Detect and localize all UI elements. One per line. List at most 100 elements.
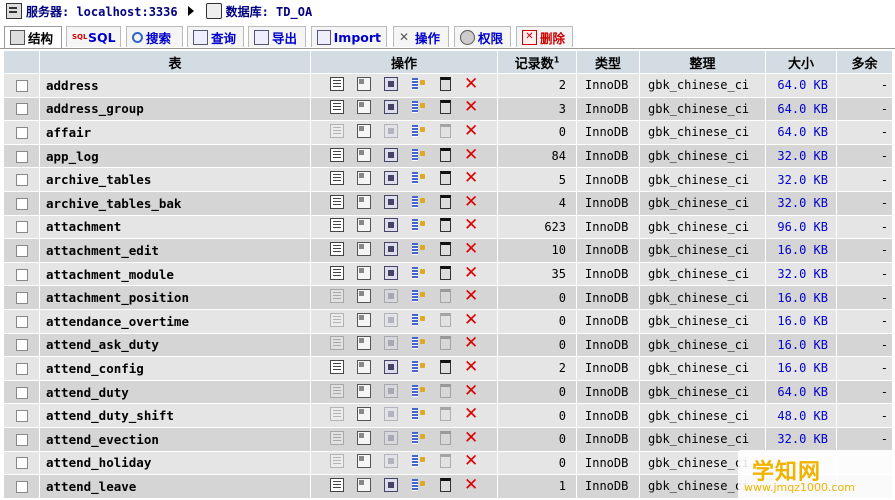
search-icon[interactable] bbox=[384, 359, 398, 374]
drop-icon[interactable]: ✕ bbox=[464, 264, 478, 281]
insert-icon[interactable] bbox=[411, 195, 427, 209]
browse-icon[interactable] bbox=[330, 407, 344, 422]
search-icon[interactable] bbox=[384, 171, 398, 186]
tab-import[interactable]: Import bbox=[311, 26, 387, 47]
drop-icon[interactable]: ✕ bbox=[464, 288, 478, 305]
drop-icon[interactable]: ✕ bbox=[464, 476, 478, 493]
drop-icon[interactable]: ✕ bbox=[464, 358, 478, 375]
table-name[interactable]: affair bbox=[40, 121, 310, 144]
table-name[interactable]: attend_duty bbox=[40, 380, 310, 404]
table-name[interactable]: attend_duty_shift bbox=[40, 404, 310, 427]
size-cell[interactable]: 16.0 KB bbox=[766, 286, 836, 309]
insert-icon[interactable] bbox=[411, 171, 427, 185]
structure-icon[interactable] bbox=[357, 147, 371, 162]
insert-icon[interactable] bbox=[411, 454, 427, 468]
tab-operations[interactable]: ✕ 操作 bbox=[393, 26, 449, 47]
row-checkbox[interactable] bbox=[15, 457, 28, 470]
empty-icon[interactable] bbox=[440, 147, 451, 162]
browse-icon[interactable] bbox=[330, 100, 344, 115]
insert-icon[interactable] bbox=[411, 384, 427, 398]
insert-icon[interactable] bbox=[411, 407, 427, 421]
tab-structure[interactable]: 结构 bbox=[4, 26, 62, 48]
row-checkbox[interactable] bbox=[15, 292, 28, 305]
structure-icon[interactable] bbox=[357, 359, 371, 374]
empty-icon[interactable] bbox=[440, 289, 451, 304]
browse-icon[interactable] bbox=[330, 241, 344, 256]
header-type[interactable]: 类型 bbox=[577, 51, 639, 73]
header-size[interactable]: 大小 bbox=[766, 51, 836, 73]
empty-icon[interactable] bbox=[440, 218, 451, 233]
header-collation[interactable]: 整理 bbox=[640, 51, 765, 73]
insert-icon[interactable] bbox=[411, 360, 427, 374]
structure-icon[interactable] bbox=[357, 241, 371, 256]
row-checkbox[interactable] bbox=[15, 410, 28, 423]
drop-icon[interactable]: ✕ bbox=[464, 217, 478, 234]
browse-icon[interactable] bbox=[330, 265, 344, 280]
row-checkbox[interactable] bbox=[15, 339, 28, 352]
table-name[interactable]: attachment_position bbox=[40, 286, 310, 309]
size-cell[interactable]: 16.0 KB bbox=[766, 333, 836, 357]
structure-icon[interactable] bbox=[357, 407, 371, 422]
table-name[interactable]: archive_tables_bak bbox=[40, 191, 310, 215]
table-name[interactable]: archive_tables bbox=[40, 168, 310, 191]
size-cell[interactable]: 16.0 KB bbox=[766, 309, 836, 333]
insert-icon[interactable] bbox=[411, 124, 427, 138]
structure-icon[interactable] bbox=[357, 454, 371, 469]
table-name[interactable]: attend_holiday bbox=[40, 451, 310, 475]
search-icon[interactable] bbox=[384, 123, 398, 138]
search-icon[interactable] bbox=[384, 312, 398, 327]
tab-drop[interactable]: ✕ 删除 bbox=[516, 26, 573, 47]
structure-icon[interactable] bbox=[357, 100, 371, 115]
browse-icon[interactable] bbox=[330, 454, 344, 469]
browse-icon[interactable] bbox=[330, 477, 344, 492]
empty-icon[interactable] bbox=[440, 76, 451, 91]
size-cell[interactable]: 16.0 KB bbox=[766, 239, 836, 262]
size-cell[interactable]: 32.0 KB bbox=[766, 168, 836, 191]
drop-icon[interactable]: ✕ bbox=[464, 240, 478, 257]
browse-icon[interactable] bbox=[330, 194, 344, 209]
browse-icon[interactable] bbox=[330, 76, 344, 91]
insert-icon[interactable] bbox=[411, 336, 427, 350]
size-cell[interactable]: 96.0 KB bbox=[766, 215, 836, 239]
browse-icon[interactable] bbox=[330, 359, 344, 374]
insert-icon[interactable] bbox=[411, 77, 427, 91]
row-checkbox[interactable] bbox=[15, 197, 28, 210]
insert-icon[interactable] bbox=[411, 148, 427, 162]
browse-icon[interactable] bbox=[330, 123, 344, 138]
insert-icon[interactable] bbox=[411, 218, 427, 232]
tab-export[interactable]: 导出 bbox=[248, 26, 306, 47]
browse-icon[interactable] bbox=[330, 430, 344, 445]
search-icon[interactable] bbox=[384, 454, 398, 469]
table-name[interactable]: address bbox=[40, 74, 310, 97]
structure-icon[interactable] bbox=[357, 477, 371, 492]
row-checkbox[interactable] bbox=[15, 386, 28, 399]
header-table[interactable]: 表 bbox=[40, 51, 310, 73]
header-records[interactable]: 记录数1 bbox=[498, 51, 576, 73]
size-cell[interactable]: 32.0 KB bbox=[766, 144, 836, 168]
row-checkbox[interactable] bbox=[15, 221, 28, 234]
search-icon[interactable] bbox=[384, 430, 398, 445]
structure-icon[interactable] bbox=[357, 336, 371, 351]
tab-privileges[interactable]: 权限 bbox=[454, 26, 511, 47]
size-cell[interactable]: 64.0 KB bbox=[766, 121, 836, 144]
drop-icon[interactable]: ✕ bbox=[464, 311, 478, 328]
drop-icon[interactable]: ✕ bbox=[464, 406, 478, 423]
drop-icon[interactable]: ✕ bbox=[464, 453, 478, 470]
size-cell[interactable]: 16.0 KB bbox=[766, 357, 836, 380]
drop-icon[interactable]: ✕ bbox=[464, 193, 478, 210]
row-checkbox[interactable] bbox=[15, 268, 28, 281]
row-checkbox[interactable] bbox=[15, 79, 28, 92]
size-cell[interactable]: 64.0 KB bbox=[766, 380, 836, 404]
drop-icon[interactable]: ✕ bbox=[464, 382, 478, 399]
row-checkbox[interactable] bbox=[15, 315, 28, 328]
drop-icon[interactable]: ✕ bbox=[464, 429, 478, 446]
table-name[interactable]: app_log bbox=[40, 144, 310, 168]
empty-icon[interactable] bbox=[440, 123, 451, 138]
insert-icon[interactable] bbox=[411, 313, 427, 327]
empty-icon[interactable] bbox=[440, 194, 451, 209]
database-link[interactable]: 数据库: TD_OA bbox=[226, 3, 313, 20]
insert-icon[interactable] bbox=[411, 431, 427, 445]
browse-icon[interactable] bbox=[330, 383, 344, 398]
size-cell[interactable]: 32.0 KB bbox=[766, 191, 836, 215]
table-name[interactable]: attend_config bbox=[40, 357, 310, 380]
